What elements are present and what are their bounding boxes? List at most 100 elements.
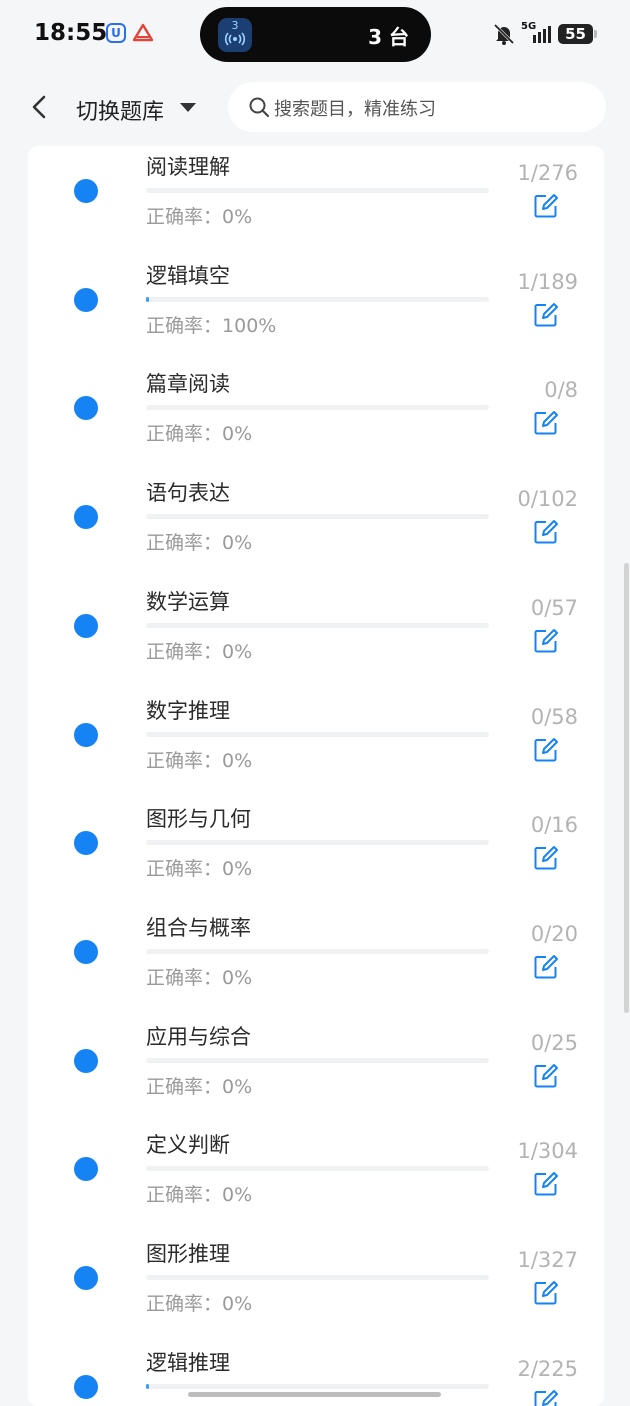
item-title: 数学运算 <box>146 589 230 614</box>
accuracy-label: 正确率： <box>146 532 223 555</box>
accuracy-value: 0% <box>222 423 253 446</box>
accuracy-label: 正确率： <box>146 749 223 772</box>
accuracy-label: 正确率： <box>146 206 223 228</box>
item-title: 篇章阅读 <box>146 372 230 397</box>
progress-count: 1/276 <box>517 161 578 185</box>
edit-practice-icon[interactable] <box>533 410 559 436</box>
status-dot <box>74 287 98 312</box>
accuracy-text: 正确率：0% <box>146 202 252 229</box>
progress-count: 1/327 <box>517 1248 578 1272</box>
caret-down-icon[interactable] <box>180 103 196 112</box>
accuracy-label: 正确率： <box>146 1184 223 1207</box>
status-time: 18:55 <box>34 20 108 46</box>
progress-count: 0/25 <box>530 1030 578 1055</box>
switch-bank-dropdown[interactable]: 切换题库 <box>76 94 164 126</box>
accuracy-value: 0% <box>222 640 253 663</box>
edit-practice-icon[interactable] <box>533 954 559 980</box>
edit-practice-icon[interactable] <box>533 1171 559 1197</box>
item-title: 数字推理 <box>146 698 230 723</box>
list-item[interactable]: 语句表达 正确率：0% 0/102 <box>28 463 604 572</box>
status-dot <box>74 722 98 747</box>
status-dot <box>74 1048 98 1073</box>
progress-bar <box>146 1275 489 1280</box>
item-title: 逻辑推理 <box>146 1350 230 1375</box>
progress-bar <box>146 840 489 846</box>
progress-count: 1/304 <box>517 1139 578 1164</box>
cellular-signal-icon <box>533 26 551 43</box>
list-item[interactable]: 阅读理解正确率：0% 1/276 <box>28 146 604 246</box>
edit-practice-icon[interactable] <box>533 302 559 328</box>
accuracy-value: 0% <box>222 532 253 555</box>
home-indicator[interactable] <box>188 1392 441 1397</box>
progress-bar <box>146 296 489 302</box>
list-item[interactable]: 应用与综合正确率：0% 0/25 <box>28 1007 604 1116</box>
edit-practice-icon[interactable] <box>533 1280 559 1306</box>
status-dot <box>74 831 98 856</box>
search-placeholder: 搜索题目，精准练习 <box>274 99 436 120</box>
progress-bar <box>146 405 489 411</box>
item-title: 语句表达 <box>146 481 230 506</box>
accuracy-label: 正确率： <box>146 423 223 446</box>
vertical-scrollbar[interactable] <box>624 563 629 1013</box>
progress-bar <box>146 948 489 954</box>
search-icon <box>249 97 270 118</box>
progress-fill <box>146 296 149 302</box>
list-item[interactable]: 逻辑填空正确率：100% 1/189 <box>28 246 604 355</box>
accuracy-value: 0% <box>222 858 253 881</box>
item-title: 逻辑填空 <box>146 263 230 288</box>
edit-practice-icon[interactable] <box>533 845 559 871</box>
status-dot <box>74 505 98 530</box>
battery-indicator: 55 <box>558 24 597 44</box>
status-dot <box>74 939 98 964</box>
list-item[interactable]: 图形推理 正确率：0% 1/327 <box>28 1224 604 1333</box>
accuracy-label: 正确率： <box>146 640 223 663</box>
progress-count: 0/20 <box>530 921 578 946</box>
item-title: 定义判断 <box>146 1133 230 1158</box>
dynamic-island[interactable]: 3 3 台 <box>200 7 431 62</box>
accuracy-value: 0% <box>222 966 253 989</box>
status-dot <box>74 1266 98 1290</box>
accuracy-text: 正确率：0% <box>146 746 252 773</box>
list-item[interactable]: 数学运算正确率：0% 0/57 <box>28 572 604 681</box>
list-item[interactable]: 定义判断 正确率：0% 1/304 <box>28 1115 604 1224</box>
accuracy-value: 0% <box>222 1293 253 1315</box>
progress-count: 0/16 <box>530 813 578 838</box>
status-dot <box>74 1374 98 1399</box>
edit-practice-icon[interactable] <box>533 519 559 545</box>
list-item[interactable]: 篇章阅读 正确率：0% 0/8 <box>28 354 604 463</box>
accuracy-label: 正确率： <box>146 858 223 881</box>
accuracy-text: 正确率：100% <box>146 311 276 338</box>
category-list: 阅读理解 正确率：0% 1/276 逻辑填空 正确率：100% 1/189 篇章阅读 正确率：… <box>28 146 604 1406</box>
item-title: 应用与综合 <box>146 1024 251 1049</box>
accuracy-text: 正确率：0% <box>146 419 252 446</box>
list-item[interactable]: 图形与几何正确率：0% 0/16 <box>28 789 604 898</box>
edit-practice-icon[interactable] <box>533 1063 559 1089</box>
status-dot <box>74 179 98 203</box>
progress-bar <box>146 622 489 628</box>
list-item[interactable]: 数字推理正确率：0% 0/58 <box>28 681 604 790</box>
progress-count: 0/57 <box>530 595 578 620</box>
edit-practice-icon[interactable] <box>533 193 559 219</box>
edit-practice-icon[interactable] <box>533 628 559 654</box>
progress-bar <box>146 1383 489 1389</box>
signal-waves-icon <box>224 32 246 46</box>
status-dot <box>74 396 98 421</box>
progress-count: 0/58 <box>530 704 578 729</box>
search-input[interactable]: 搜索题目，精准练习 <box>228 82 606 132</box>
island-badge: 3 <box>231 19 239 32</box>
edit-practice-icon[interactable] <box>533 1389 559 1406</box>
edit-practice-icon[interactable] <box>533 737 559 763</box>
progress-count: 1/189 <box>517 269 578 294</box>
list-item[interactable]: 组合与概率正确率：0% 0/20 <box>28 898 604 1007</box>
item-title: 阅读理解 <box>146 155 230 179</box>
accuracy-label: 正确率： <box>146 1293 223 1315</box>
warning-triangle-icon <box>132 23 154 42</box>
progress-count: 2/225 <box>517 1356 578 1381</box>
accuracy-label: 正确率： <box>146 966 223 989</box>
progress-fill <box>146 1383 149 1389</box>
item-title: 图形与几何 <box>146 807 251 832</box>
accuracy-text: 正确率：0% <box>146 1072 252 1099</box>
accuracy-value: 0% <box>222 1075 253 1098</box>
back-arrow-icon[interactable] <box>28 94 50 120</box>
item-title: 组合与概率 <box>146 915 251 940</box>
